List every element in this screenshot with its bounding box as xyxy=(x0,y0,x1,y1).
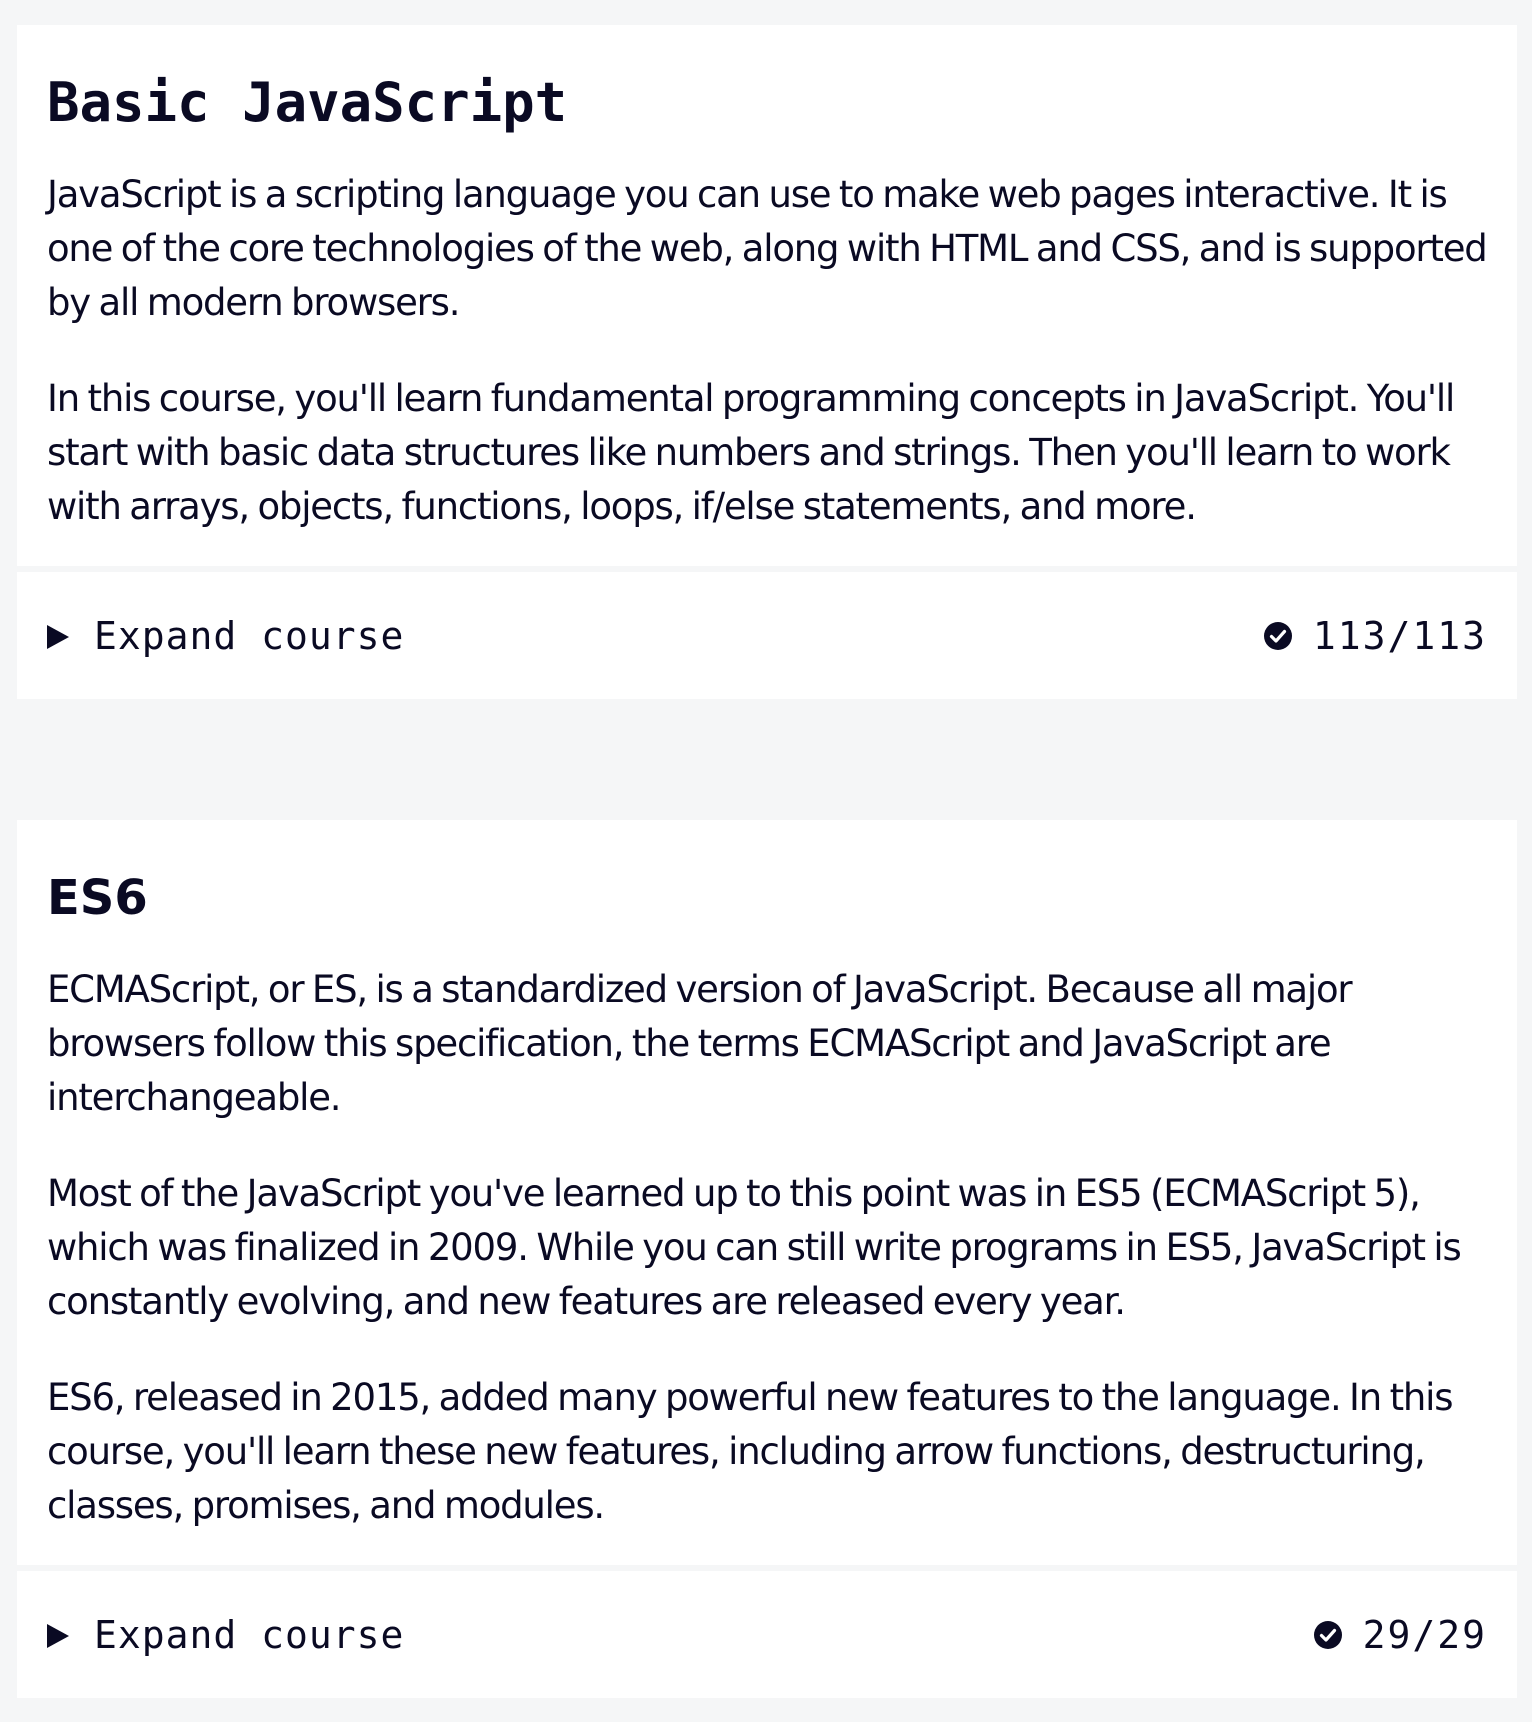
course-description: In this course, you'll learn fundamental… xyxy=(47,377,1455,528)
check-circle-icon xyxy=(1313,1620,1342,1649)
expand-course-label: Expand course xyxy=(94,1612,405,1657)
progress-count: 113/113 xyxy=(1312,613,1487,658)
course-block-basic-javascript: Basic JavaScript JavaScript is a scripti… xyxy=(17,25,1517,699)
course-title: ES6 xyxy=(47,870,148,926)
course-intro: ES6 ECMAScript, or ES, is a standardized… xyxy=(17,820,1517,1565)
expand-course-button[interactable]: Expand course xyxy=(47,614,404,658)
caret-right-icon xyxy=(47,1623,69,1648)
course-footer: Expand course 113/113 xyxy=(17,572,1517,699)
course-description: JavaScript is a scripting language you c… xyxy=(47,173,1488,324)
course-progress: 113/113 xyxy=(1263,614,1487,658)
caret-right-icon xyxy=(47,624,69,649)
expand-course-button[interactable]: Expand course xyxy=(47,1613,404,1657)
course-intro: Basic JavaScript JavaScript is a scripti… xyxy=(17,25,1517,566)
expand-course-label: Expand course xyxy=(94,613,405,658)
check-circle-icon xyxy=(1263,621,1292,650)
course-footer: Expand course 29/29 xyxy=(17,1571,1517,1698)
course-description: Most of the JavaScript you've learned up… xyxy=(47,1172,1462,1323)
course-progress: 29/29 xyxy=(1313,1613,1487,1657)
progress-count: 29/29 xyxy=(1362,1612,1487,1657)
course-description: ES6, released in 2015, added many powerf… xyxy=(47,1376,1454,1527)
course-description: ECMAScript, or ES, is a standardized ver… xyxy=(47,968,1353,1119)
course-block-es6: ES6 ECMAScript, or ES, is a standardized… xyxy=(17,820,1517,1698)
course-title: Basic JavaScript xyxy=(47,71,568,134)
